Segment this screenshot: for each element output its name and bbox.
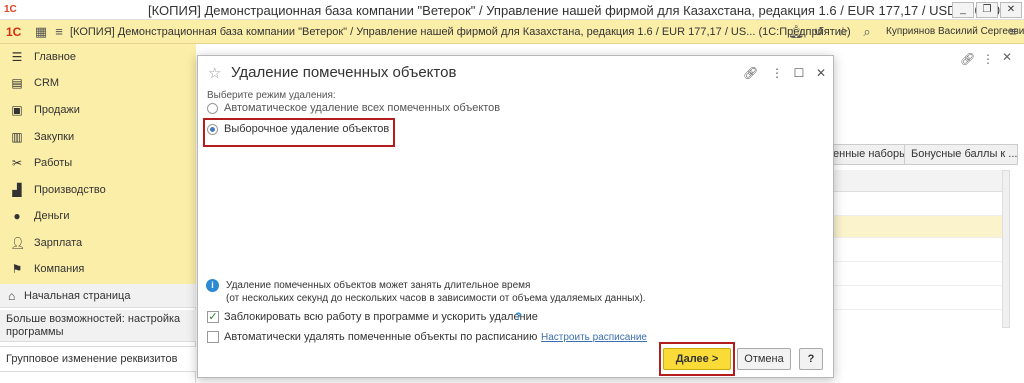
group-edit-link[interactable]: Групповое изменение реквизитов (0, 346, 196, 372)
schedule-option[interactable]: Автоматически удалять помеченные объекты… (207, 331, 537, 345)
link-icon[interactable]: 🔗︎ (960, 52, 975, 66)
menu-grid-icon[interactable]: ▦ (34, 25, 48, 39)
more-icon[interactable]: ⋮ (770, 66, 784, 80)
current-user[interactable]: Куприянов Василий Сергеевич (886, 26, 1024, 37)
mode-label: Выберите режим удаления: (207, 90, 336, 101)
sidebar-item-label: Компания (34, 263, 85, 275)
tab-sets[interactable]: енные наборы (826, 144, 914, 165)
more-features-link[interactable]: Больше возможностей: настройка программы (0, 310, 196, 342)
sidebar: ☰ Главное ▤ CRM ▣ Продажи ▥ Закупки ✂ Ра… (0, 44, 196, 383)
table-row[interactable] (832, 192, 1004, 216)
sidebar-item-money[interactable]: ● Деньги (0, 203, 196, 229)
settings-icon[interactable]: ≡ (1006, 25, 1020, 39)
app-toolbar: 1С ▦ ≡ [КОПИЯ] Демонстрационная база ком… (0, 20, 1024, 44)
option-auto[interactable]: Автоматическое удаление всех помеченных … (207, 102, 507, 116)
option-auto-label: Автоматическое удаление всех помеченных … (224, 102, 501, 114)
factory-icon: ▟ (12, 183, 22, 197)
hamburger-icon[interactable]: ≡ (52, 25, 66, 39)
home-page-label: Начальная страница (24, 290, 131, 302)
info-line-1: Удаление помеченных объектов может занят… (226, 280, 531, 291)
help-button[interactable]: ? (799, 348, 823, 370)
schedule-checkbox[interactable] (207, 331, 219, 343)
window-titlebar: 1С [КОПИЯ] Демонстрационная база компани… (0, 0, 1024, 20)
table-row-selected[interactable] (832, 216, 1004, 238)
dialog-title: Удаление помеченных объектов (231, 64, 457, 81)
tab-bonus[interactable]: Бонусные баллы к ... (904, 144, 1018, 165)
table-row[interactable] (832, 262, 1004, 286)
link-icon[interactable]: 🔗︎ (743, 66, 758, 80)
favorite-star-icon[interactable]: ☆ (208, 64, 221, 82)
money-icon: ● (13, 209, 21, 223)
sales-icon: ▣ (11, 103, 23, 117)
window-title: [КОПИЯ] Демонстрационная база компании "… (148, 3, 1000, 18)
1c-logo-icon: 1С (6, 25, 22, 39)
group-edit-label: Групповое изменение реквизитов (6, 353, 178, 365)
close-icon[interactable]: ✕ (814, 66, 828, 80)
maximize-icon[interactable]: ☐ (792, 66, 806, 80)
next-button[interactable]: Далее > (663, 348, 731, 370)
sidebar-item-label: Зарплата (34, 237, 83, 249)
close-icon[interactable]: ✕ (1002, 50, 1012, 64)
table-header (832, 170, 1004, 192)
lock-label: Заблокировать всю работу в программе и у… (224, 311, 538, 323)
close-window-button[interactable]: ✕ (1000, 2, 1022, 18)
crm-icon: ▤ (11, 76, 23, 90)
info-line-2: (от нескольких секунд до нескольких часо… (226, 293, 646, 304)
info-icon: i (206, 279, 219, 292)
sidebar-item-production[interactable]: ▟ Производство (0, 177, 196, 203)
sidebar-item-sales[interactable]: ▣ Продажи (0, 97, 196, 123)
sidebar-item-label: Производство (34, 184, 106, 196)
app-title: [КОПИЯ] Демонстрационная база компании "… (70, 26, 851, 38)
sidebar-item-salary[interactable]: 👤︎ Зарплата (0, 230, 196, 256)
menu-lines-icon: ☰ (11, 50, 23, 64)
home-icon: ⌂ (8, 289, 16, 303)
sidebar-lower-panel: ⌂ Начальная страница Больше возможностей… (0, 284, 196, 383)
schedule-settings-link[interactable]: Настроить расписание (541, 332, 647, 343)
option-selective[interactable]: Выборочное удаление объектов (207, 123, 393, 137)
sidebar-item-company[interactable]: ⚑ Компания (0, 256, 196, 282)
option-selective-label: Выборочное удаление объектов (224, 123, 390, 135)
sidebar-item-label: Закупки (34, 131, 75, 143)
flag-icon: ⚑ (11, 262, 23, 276)
sidebar-item-purchases[interactable]: ▥ Закупки (0, 124, 196, 150)
cancel-button[interactable]: Отмена (737, 348, 791, 370)
sidebar-item-label: Главное (34, 51, 77, 63)
lock-option[interactable]: ✓ Заблокировать всю работу в программе и… (207, 311, 538, 325)
sidebar-item-label: Продажи (34, 104, 80, 116)
sidebar-item-label: Деньги (34, 210, 70, 222)
tools-icon: ✂ (11, 156, 23, 170)
delete-marked-dialog: ☆ Удаление помеченных объектов 🔗︎ ⋮ ☐ ✕ … (197, 55, 834, 378)
sidebar-item-crm[interactable]: ▤ CRM (0, 70, 196, 96)
radio-auto[interactable] (207, 103, 218, 114)
history-icon[interactable]: ↺ (812, 25, 826, 39)
radio-selective[interactable] (207, 124, 218, 135)
table-row[interactable] (832, 286, 1004, 310)
sidebar-item-label: CRM (34, 77, 60, 89)
app-logo-icon: 1С (4, 4, 17, 15)
more-icon[interactable]: ⋮ (982, 52, 994, 66)
schedule-label: Автоматически удалять помеченные объекты… (224, 331, 538, 343)
sidebar-item-main[interactable]: ☰ Главное (0, 44, 196, 70)
star-icon[interactable]: ☆ (836, 25, 850, 39)
table-row[interactable] (832, 238, 1004, 262)
home-page-link[interactable]: ⌂ Начальная страница (0, 284, 196, 308)
salary-icon: 👤︎ (10, 236, 26, 250)
search-icon[interactable]: ⌕ (860, 25, 874, 39)
purchases-icon: ▥ (11, 130, 23, 144)
restore-button[interactable]: ❐ (976, 2, 998, 18)
minimize-button[interactable]: _ (952, 2, 974, 18)
lock-checkbox[interactable]: ✓ (207, 311, 219, 323)
scrollbar[interactable] (1002, 170, 1010, 328)
bell-icon[interactable]: 🔔︎ (788, 25, 805, 39)
more-features-label: Больше возможностей: настройка программы (6, 313, 181, 338)
sidebar-item-label: Работы (34, 157, 73, 169)
help-mark[interactable]: ? (515, 311, 522, 323)
sidebar-item-works[interactable]: ✂ Работы (0, 150, 196, 176)
